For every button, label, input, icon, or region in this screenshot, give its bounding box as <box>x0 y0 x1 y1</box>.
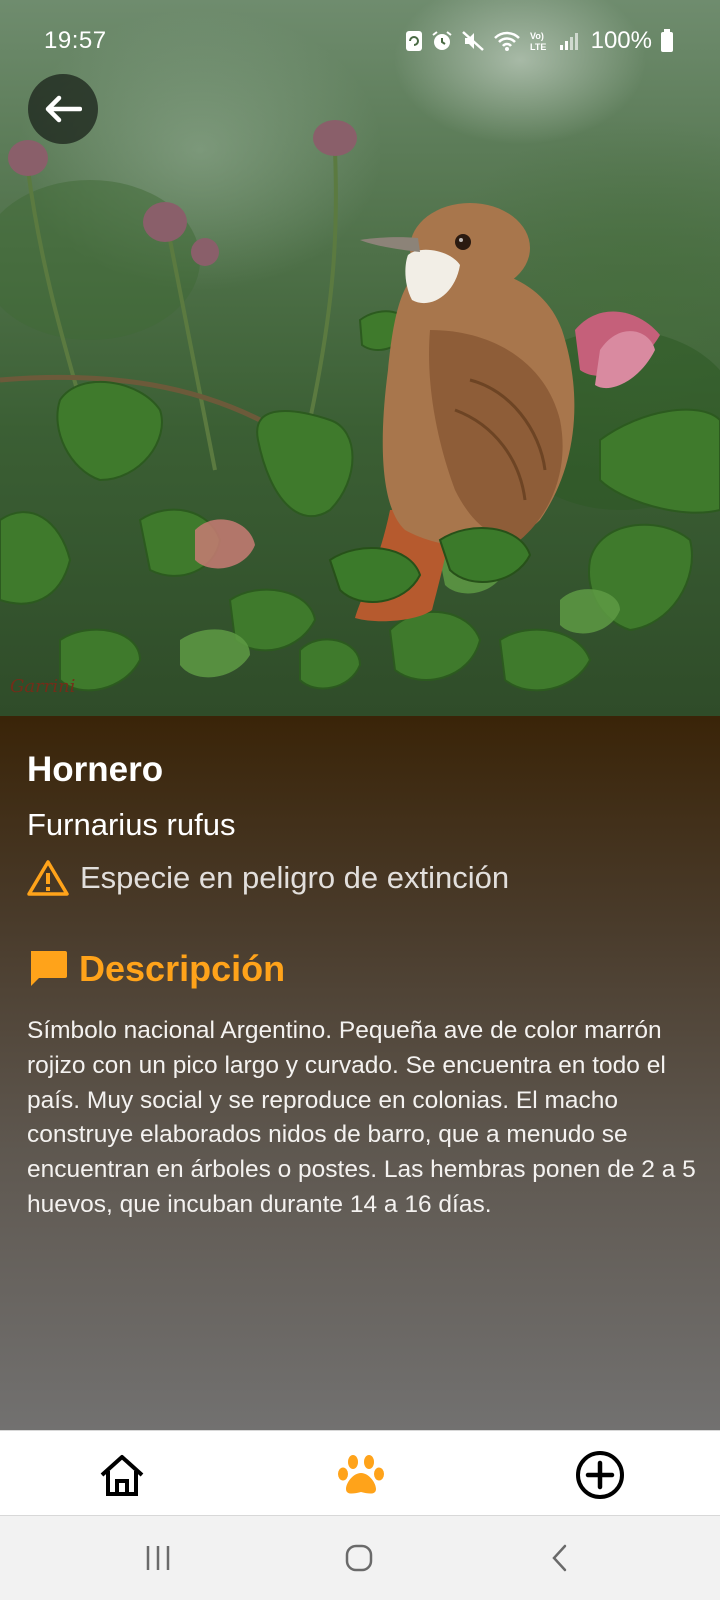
home-icon <box>100 1455 144 1496</box>
bottom-navigation <box>0 1430 720 1516</box>
comment-icon <box>31 951 67 986</box>
description-header: Descripción <box>27 948 285 990</box>
svg-text:LTE: LTE <box>530 42 546 52</box>
bird-common-name: Hornero <box>27 750 164 789</box>
add-circle-icon <box>576 1451 624 1499</box>
mute-icon <box>461 30 485 52</box>
system-home-button[interactable] <box>339 1538 379 1578</box>
battery-percent: 100% <box>590 27 652 54</box>
nav-home-button[interactable] <box>96 1449 148 1501</box>
recent-apps-button[interactable] <box>138 1538 178 1578</box>
svg-text:Vo): Vo) <box>530 31 544 41</box>
status-text: Especie en peligro de extinción <box>80 860 510 895</box>
battery-icon <box>660 29 674 53</box>
status-time: 19:57 <box>44 27 107 54</box>
chevron-left-icon <box>552 1544 567 1572</box>
volte-icon: Vo) LTE <box>529 29 551 53</box>
description-title: Descripción <box>79 948 286 989</box>
bird-info-panel: Hornero Furnarius rufus Especie en pelig… <box>0 716 720 1430</box>
conservation-status: Especie en peligro de extinción <box>27 859 509 897</box>
paw-icon <box>338 1455 384 1494</box>
nav-animals-button[interactable] <box>335 1449 387 1501</box>
signal-icon <box>559 31 579 51</box>
home-circle-icon <box>345 1544 373 1572</box>
recents-icon <box>146 1546 170 1570</box>
alarm-icon <box>431 30 453 52</box>
warning-icon <box>27 860 69 896</box>
bird-illustration <box>0 120 720 692</box>
photo-credit: Garrini <box>10 676 76 697</box>
system-back-button[interactable] <box>540 1538 580 1578</box>
description-text: Símbolo nacional Argentino. Pequeña ave … <box>27 1017 696 1218</box>
bird-scientific-name: Furnarius rufus <box>27 807 236 842</box>
nav-add-button[interactable] <box>574 1449 626 1501</box>
status-icons: Vo) LTE 100% <box>405 26 674 56</box>
system-navigation-bar <box>0 1516 720 1600</box>
bird-photo: Garrini <box>0 0 720 716</box>
wifi-icon <box>493 30 521 52</box>
status-bar: 19:57 Vo) LTE 100% <box>0 0 720 80</box>
sync-icon <box>405 30 423 52</box>
back-button[interactable] <box>28 74 98 144</box>
arrow-left-icon <box>45 95 82 123</box>
